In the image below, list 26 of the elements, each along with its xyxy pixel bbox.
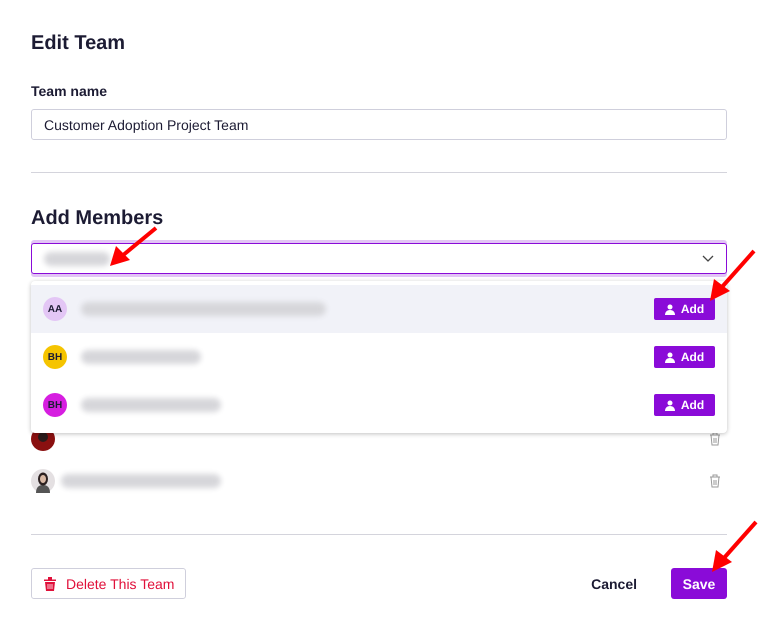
- cancel-button[interactable]: Cancel: [585, 574, 643, 592]
- trash-icon: [44, 576, 56, 590]
- save-button[interactable]: Save: [671, 568, 727, 599]
- avatar: BH: [43, 345, 67, 369]
- user-add-icon: [664, 352, 676, 362]
- add-button[interactable]: Add: [654, 346, 715, 368]
- add-button[interactable]: Add: [654, 298, 715, 320]
- trash-icon[interactable]: [709, 474, 721, 488]
- page-title: Edit Team: [31, 32, 126, 55]
- result-row[interactable]: BH Add: [31, 333, 727, 381]
- result-row[interactable]: BH Add: [31, 381, 727, 429]
- result-row[interactable]: AA Add: [31, 285, 727, 333]
- blurred-text: [44, 252, 110, 266]
- chevron-down-icon: [702, 255, 714, 262]
- avatar: BH: [43, 393, 67, 417]
- section-heading: Add Members: [31, 207, 164, 230]
- member-search-field[interactable]: [31, 243, 727, 274]
- trash-icon[interactable]: [709, 432, 721, 446]
- avatar: AA: [43, 297, 67, 321]
- user-add-icon: [664, 304, 676, 314]
- arrow-icon: [108, 226, 158, 268]
- delete-team-button[interactable]: Delete This Team: [31, 568, 186, 599]
- team-name-field[interactable]: Customer Adoption Project Team: [31, 109, 727, 140]
- user-add-icon: [664, 400, 676, 410]
- add-button[interactable]: Add: [654, 394, 715, 416]
- field-label: Team name: [31, 83, 108, 99]
